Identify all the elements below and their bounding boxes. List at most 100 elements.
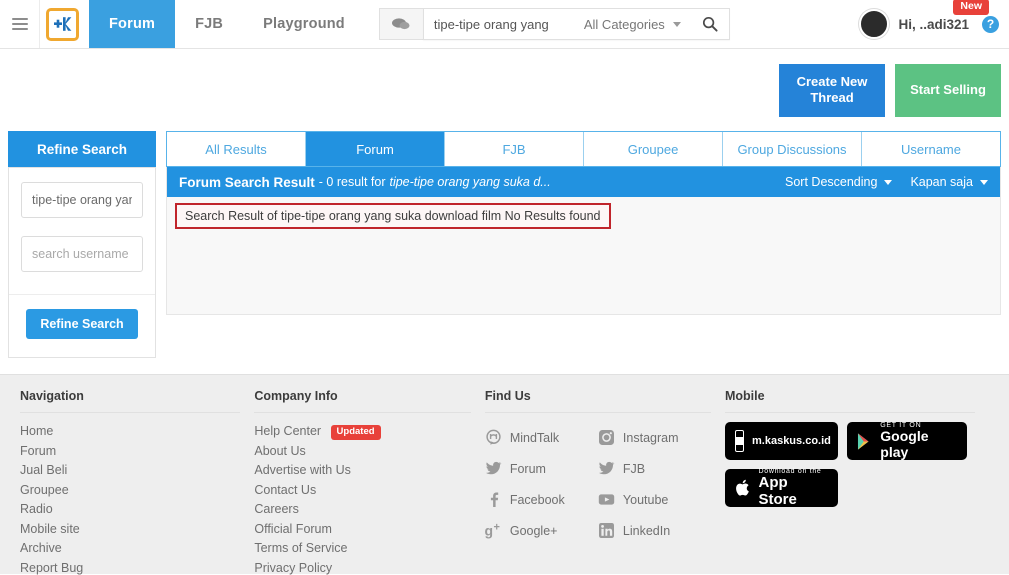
results-query: tipe-tipe orang yang suka d... xyxy=(389,175,551,189)
social-link-mindtalk-label: MindTalk xyxy=(509,430,560,445)
apple-icon xyxy=(736,479,749,496)
social-link-youtube-label: Youtube xyxy=(622,492,669,507)
tab-groupee[interactable]: Groupee xyxy=(584,132,723,166)
time-filter-label: Kapan saja xyxy=(910,175,973,189)
hamburger-icon xyxy=(11,15,28,33)
search-icon xyxy=(702,16,718,32)
footer-link-radio[interactable]: Radio xyxy=(20,500,240,520)
refine-search-header[interactable]: Refine Search xyxy=(8,131,156,167)
social-link-twitter-fjb[interactable]: FJB xyxy=(598,453,711,484)
cloud-icon[interactable] xyxy=(378,8,423,40)
tab-forum[interactable]: Forum xyxy=(306,132,445,166)
social-link-googleplus-label: Google+ xyxy=(509,523,558,538)
social-link-facebook[interactable]: Facebook xyxy=(485,484,598,515)
hamburger-menu-button[interactable] xyxy=(0,0,40,48)
tabs-row: Refine Search All Results Forum FJB Grou… xyxy=(0,131,1009,167)
footer-link-forum[interactable]: Forum xyxy=(20,442,240,462)
updated-badge: Updated xyxy=(330,425,381,440)
footer-company-column: Company Info Help Center Updated About U… xyxy=(254,389,484,575)
footer-link-official-forum[interactable]: Official Forum xyxy=(254,520,470,540)
result-tabs: All Results Forum FJB Groupee Group Disc… xyxy=(166,131,1001,167)
top-header: Forum FJB Playground All Categories xyxy=(0,0,1009,49)
footer-find-us-heading: Find Us xyxy=(484,389,711,413)
refine-username-input[interactable] xyxy=(21,236,143,272)
social-link-instagram[interactable]: Instagram xyxy=(598,422,711,453)
social-link-googleplus[interactable]: g + Google+ xyxy=(485,515,598,546)
tab-fjb-label: FJB xyxy=(502,141,526,157)
footer-link-advertise[interactable]: Advertise with Us xyxy=(254,461,470,481)
results-title: Forum Search Result xyxy=(179,174,315,190)
mobile-site-badge[interactable]: m.kaskus.co.id xyxy=(725,422,838,460)
footer-link-about-us[interactable]: About Us xyxy=(254,442,470,462)
panel-divider xyxy=(9,294,155,295)
social-link-twitter-forum[interactable]: Forum xyxy=(485,453,598,484)
app-store-big-label: App Store xyxy=(758,474,797,508)
refine-search-button[interactable]: Refine Search xyxy=(26,309,138,339)
footer-link-report-bug[interactable]: Report Bug xyxy=(20,559,240,575)
google-play-big-label: Google play xyxy=(880,428,929,460)
social-link-linkedin[interactable]: LinkedIn xyxy=(598,515,711,546)
main-navigation: Forum FJB Playground xyxy=(89,0,365,48)
tab-group-discussions-label: Group Discussions xyxy=(737,141,847,157)
start-selling-button[interactable]: Start Selling xyxy=(895,63,1001,117)
results-controls: Sort Descending Kapan saja xyxy=(785,175,988,189)
footer-link-privacy[interactable]: Privacy Policy xyxy=(254,559,470,575)
svg-text:+: + xyxy=(493,522,499,534)
social-link-youtube[interactable]: Youtube xyxy=(598,484,711,515)
social-link-linkedin-label: LinkedIn xyxy=(622,523,671,538)
footer-link-mobile-site[interactable]: Mobile site xyxy=(20,520,240,540)
twitter-icon xyxy=(598,461,615,475)
category-dropdown[interactable]: All Categories xyxy=(574,17,691,32)
search-submit-button[interactable] xyxy=(691,9,729,39)
question-mark-icon[interactable]: ? xyxy=(982,15,999,33)
tab-all-results-label: All Results xyxy=(205,141,267,157)
sort-dropdown[interactable]: Sort Descending xyxy=(785,175,893,189)
social-links-grid: MindTalk Instagram Forum FJB Facebook Yo… xyxy=(485,422,711,546)
refine-keyword-input[interactable] xyxy=(21,182,143,218)
chevron-down-icon xyxy=(672,21,681,27)
no-results-container: Search Result of tipe-tipe orang yang su… xyxy=(167,197,1000,229)
no-results-message: Search Result of tipe-tipe orang yang su… xyxy=(175,203,611,229)
app-store-badge[interactable]: Download on the App Store xyxy=(725,468,838,508)
google-play-text: GET IT ON Google play xyxy=(880,422,957,460)
footer-link-groupee[interactable]: Groupee xyxy=(20,481,240,501)
create-new-thread-button[interactable]: Create New Thread xyxy=(779,63,885,117)
footer-link-careers[interactable]: Careers xyxy=(254,500,470,520)
tab-fjb[interactable]: FJB xyxy=(445,132,584,166)
tab-group-discussions[interactable]: Group Discussions xyxy=(723,132,862,166)
nav-item-forum[interactable]: Forum xyxy=(89,0,176,48)
time-filter-dropdown[interactable]: Kapan saja xyxy=(910,175,988,189)
username-greeting[interactable]: Hi, ..adi321 xyxy=(898,17,969,32)
footer-link-home[interactable]: Home xyxy=(20,422,240,442)
social-link-twitter-forum-label: Forum xyxy=(509,461,546,476)
chevron-down-icon xyxy=(980,179,988,185)
kaskus-logo-icon[interactable] xyxy=(46,7,79,41)
mobile-site-label: m.kaskus.co.id xyxy=(752,435,831,447)
svg-text:g: g xyxy=(485,523,493,539)
search-area: All Categories xyxy=(378,0,730,48)
action-buttons-row: Create New Thread Start Selling xyxy=(0,49,1009,131)
category-dropdown-label: All Categories xyxy=(583,16,665,32)
social-link-mindtalk[interactable]: MindTalk xyxy=(485,422,598,453)
footer-link-jual-beli[interactable]: Jual Beli xyxy=(20,461,240,481)
footer-link-archive[interactable]: Archive xyxy=(20,539,240,559)
footer-link-help-center[interactable]: Help Center Updated xyxy=(254,422,470,442)
user-area: Hi, ..adi321 New ? xyxy=(859,0,1009,48)
nav-item-playground[interactable]: Playground xyxy=(243,0,365,48)
tab-all-results[interactable]: All Results xyxy=(167,132,306,166)
footer-link-help-center-label: Help Center xyxy=(254,424,322,438)
tab-username[interactable]: Username xyxy=(862,132,1000,166)
social-link-twitter-fjb-label: FJB xyxy=(622,461,646,476)
nav-item-fjb-label: FJB xyxy=(195,16,224,32)
footer-link-contact-us[interactable]: Contact Us xyxy=(254,481,470,501)
youtube-icon xyxy=(598,494,615,505)
avatar[interactable] xyxy=(859,9,890,39)
tab-forum-label: Forum xyxy=(356,141,394,157)
footer-link-terms[interactable]: Terms of Service xyxy=(254,539,470,559)
google-play-badge[interactable]: GET IT ON Google play xyxy=(847,422,967,460)
footer-find-us-column: Find Us MindTalk Instagram Forum FJB Fac… xyxy=(484,389,725,575)
footer-mobile-column: Mobile m.kaskus.co.id GET IT ON Google p… xyxy=(725,389,989,575)
search-input[interactable] xyxy=(423,16,574,32)
social-link-facebook-label: Facebook xyxy=(509,492,565,507)
nav-item-fjb[interactable]: FJB xyxy=(175,0,243,48)
